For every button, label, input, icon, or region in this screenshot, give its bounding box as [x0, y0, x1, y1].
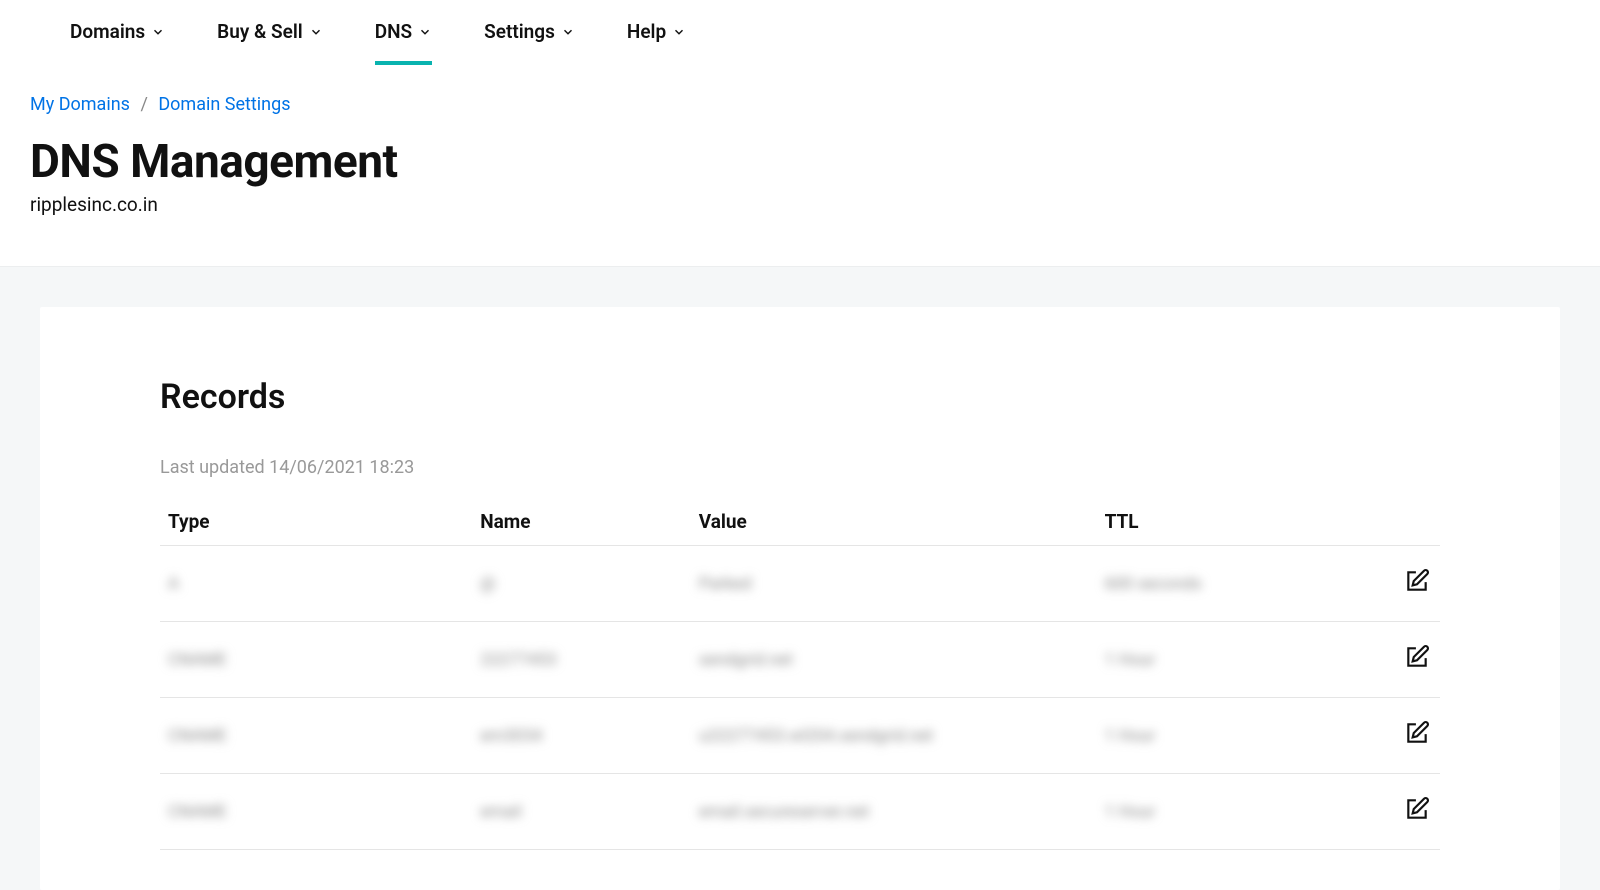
cell-ttl: 1 Hour [1097, 774, 1316, 850]
cell-value: sendgrid.net [691, 622, 1097, 698]
table-row: CNAME email email.secureserver.net 1 Hou… [160, 774, 1440, 850]
top-nav: Domains Buy & Sell DNS Settings Help [0, 0, 1600, 66]
chevron-down-icon [672, 25, 686, 39]
table-header-row: Type Name Value TTL [160, 498, 1440, 546]
header-type: Type [160, 498, 472, 546]
header-ttl: TTL [1097, 498, 1316, 546]
cell-value: email.secureserver.net [691, 774, 1097, 850]
nav-label: Domains [70, 20, 145, 43]
records-card: Records Last updated 14/06/2021 18:23 Ty… [40, 307, 1560, 890]
edit-icon[interactable] [1404, 720, 1430, 746]
breadcrumb-separator: / [140, 94, 147, 115]
content-area: Records Last updated 14/06/2021 18:23 Ty… [0, 266, 1600, 890]
edit-icon[interactable] [1404, 796, 1430, 822]
nav-label: Help [627, 20, 666, 43]
table-row: CNAME 22277453 sendgrid.net 1 Hour [160, 622, 1440, 698]
cell-type: A [160, 546, 472, 622]
cell-value: u22277453.wl204.sendgrid.net [691, 698, 1097, 774]
records-table: Type Name Value TTL A @ Parked 600 secon… [160, 498, 1440, 850]
breadcrumb-domain-settings[interactable]: Domain Settings [158, 94, 290, 115]
chevron-down-icon [309, 25, 323, 39]
table-row: CNAME em3034 u22277453.wl204.sendgrid.ne… [160, 698, 1440, 774]
cell-name: 22277453 [472, 622, 691, 698]
cell-type: CNAME [160, 774, 472, 850]
last-updated: Last updated 14/06/2021 18:23 [160, 457, 1440, 478]
cell-value: Parked [691, 546, 1097, 622]
header-section: My Domains / Domain Settings DNS Managem… [0, 66, 1600, 266]
breadcrumb: My Domains / Domain Settings [30, 94, 1570, 115]
nav-domains[interactable]: Domains [70, 20, 165, 65]
table-row: A @ Parked 600 seconds [160, 546, 1440, 622]
nav-dns[interactable]: DNS [375, 20, 432, 65]
cell-name: em3034 [472, 698, 691, 774]
cell-ttl: 1 Hour [1097, 698, 1316, 774]
cell-type: CNAME [160, 622, 472, 698]
header-name: Name [472, 498, 691, 546]
page-title: DNS Management [30, 135, 1570, 189]
cell-ttl: 1 Hour [1097, 622, 1316, 698]
nav-label: Settings [484, 20, 555, 43]
nav-buy-sell[interactable]: Buy & Sell [217, 20, 323, 65]
cell-name: @ [472, 546, 691, 622]
records-title: Records [160, 377, 1440, 417]
header-value: Value [691, 498, 1097, 546]
domain-name: ripplesinc.co.in [30, 193, 1570, 216]
nav-help[interactable]: Help [627, 20, 686, 65]
edit-icon[interactable] [1404, 568, 1430, 594]
nav-label: Buy & Sell [217, 20, 303, 43]
cell-name: email [472, 774, 691, 850]
chevron-down-icon [418, 25, 432, 39]
breadcrumb-my-domains[interactable]: My Domains [30, 94, 130, 115]
nav-settings[interactable]: Settings [484, 20, 575, 65]
edit-icon[interactable] [1404, 644, 1430, 670]
cell-ttl: 600 seconds [1097, 546, 1316, 622]
header-edit [1315, 498, 1440, 546]
nav-label: DNS [375, 20, 412, 43]
cell-type: CNAME [160, 698, 472, 774]
chevron-down-icon [151, 25, 165, 39]
chevron-down-icon [561, 25, 575, 39]
